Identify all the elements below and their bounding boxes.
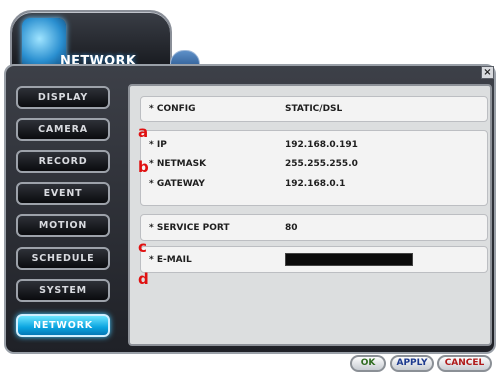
sidebar-item-network[interactable]: NETWORK [16,314,110,337]
email-input[interactable] [285,253,413,266]
close-button[interactable]: × [481,66,494,79]
annotation-marker-b: b [138,158,149,176]
netmask-value[interactable]: 255.255.255.0 [285,159,358,169]
annotation-marker-a: a [138,123,149,141]
service-port-label: * SERVICE PORT [149,223,230,233]
sidebar-item-record[interactable]: RECORD [16,150,110,173]
ip-settings-group: * IP 192.168.0.191 * NETMASK 255.255.255… [140,130,488,206]
sidebar-item-schedule[interactable]: SCHEDULE [16,247,110,270]
ip-label: * IP [149,140,167,150]
sidebar-item-camera[interactable]: CAMERA [16,118,110,141]
cancel-button[interactable]: CANCEL [437,355,492,372]
apply-button[interactable]: APPLY [390,355,434,372]
gateway-label: * GATEWAY [149,179,205,189]
sidebar-item-system[interactable]: SYSTEM [16,279,110,302]
annotation-marker-c: c [138,238,147,256]
annotation-marker-d: d [138,270,149,288]
sidebar-item-display[interactable]: DISPLAY [16,86,110,109]
ip-value[interactable]: 192.168.0.191 [285,140,358,150]
settings-panel: * CONFIG STATIC/DSL * IP 192.168.0.191 *… [128,84,492,346]
email-label: * E-MAIL [149,255,192,265]
netmask-label: * NETMASK [149,159,207,169]
sidebar-item-event[interactable]: EVENT [16,182,110,205]
service-port-group: * SERVICE PORT 80 [140,214,488,241]
config-value[interactable]: STATIC/DSL [285,104,342,114]
ok-button[interactable]: OK [350,355,386,372]
service-port-value[interactable]: 80 [285,223,298,233]
email-group: * E-MAIL [140,246,488,273]
gateway-value[interactable]: 192.168.0.1 [285,179,345,189]
sidebar-item-motion[interactable]: MOTION [16,214,110,237]
config-group: * CONFIG STATIC/DSL [140,96,488,122]
config-label: * CONFIG [149,104,196,114]
